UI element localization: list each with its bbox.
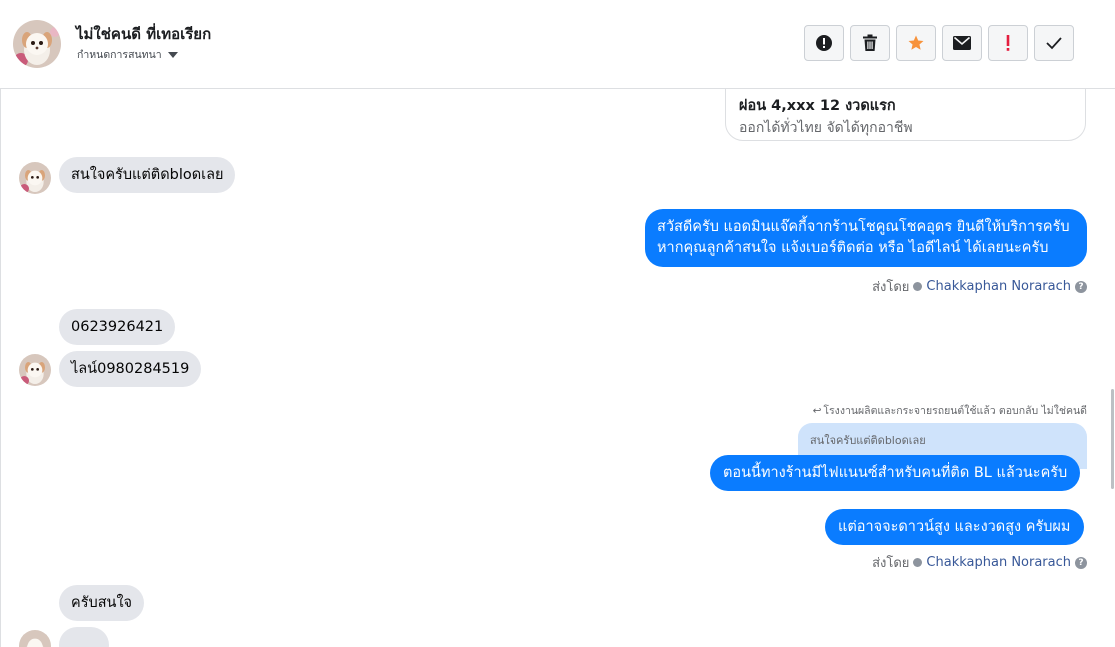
report-icon [816, 35, 832, 51]
sent-by-label: ส่งโดย [872, 556, 910, 571]
sender-avatar[interactable] [19, 630, 51, 647]
outgoing-message[interactable]: แต่อาจจะดาวน์สูง และงวดสูง ครับผม [825, 509, 1084, 545]
message-line: สวัสดีครับ แอดมินแจ๊คกี้จากร้านโชคูณโชคอ… [657, 219, 1070, 235]
header-actions [804, 25, 1074, 61]
exclamation-icon [1006, 35, 1010, 51]
scrollbar[interactable] [1111, 389, 1114, 489]
contact-avatar[interactable] [13, 20, 61, 68]
sent-by: ส่งโดย Chakkaphan Norarach ? [872, 276, 1087, 297]
contact-name[interactable]: ไม่ใช่คนดี ที่เทอเรียก [76, 22, 211, 46]
check-icon [1046, 37, 1062, 50]
help-icon[interactable]: ? [1075, 556, 1087, 569]
reply-note-text: โรงงานผลิตและกระจายรถยนต์ใช้แล้ว ตอบกลับ… [823, 405, 1087, 417]
incoming-message[interactable]: ครับสนใจ [59, 585, 145, 621]
sender-avatar[interactable] [19, 354, 51, 386]
ad-card-subtitle: ออกได้ทั่วไทย จัดได้ทุกอาชีพ [739, 120, 913, 136]
conversation-header: ไม่ใช่คนดี ที่เทอเรียก กำหนดการสนทนา [0, 0, 1115, 89]
incoming-message[interactable]: ไลน์0980284519 [59, 351, 202, 387]
sent-by: ส่งโดย Chakkaphan Norarach ? [872, 552, 1087, 573]
star-button[interactable] [896, 25, 936, 61]
message-thread[interactable]: ผ่อน 4,xxx 12 งวดแรก ออกได้ทั่วไทย จัดได… [0, 89, 1115, 647]
mail-icon [953, 36, 971, 50]
message-line: หากคุณลูกค้าสนใจ แจ้งเบอร์ติดต่อ หรือ ไอ… [657, 240, 1049, 256]
agent-name[interactable]: Chakkaphan Norarach [926, 555, 1071, 570]
report-button[interactable] [804, 25, 844, 61]
reply-note: ↩ โรงงานผลิตและกระจายรถยนต์ใช้แล้ว ตอบกล… [813, 402, 1087, 419]
mail-button[interactable] [942, 25, 982, 61]
verified-icon [913, 558, 923, 567]
outgoing-message[interactable]: ตอนนี้ทางร้านมีไฟแนนซ์สำหรับคนที่ติด BL … [710, 455, 1081, 491]
ad-card-title: ผ่อน 4,xxx 12 งวดแรก [739, 98, 896, 114]
mark-done-button[interactable] [1034, 25, 1074, 61]
incoming-message[interactable]: สนใจครับแต่ติดbloดเลย [59, 157, 236, 193]
ad-card[interactable]: ผ่อน 4,xxx 12 งวดแรก ออกได้ทั่วไทย จัดได… [725, 89, 1086, 141]
sender-avatar[interactable] [19, 162, 51, 194]
sent-by-label: ส่งโดย [872, 280, 910, 295]
verified-icon [913, 282, 923, 291]
spam-button[interactable] [988, 25, 1028, 61]
agent-name[interactable]: Chakkaphan Norarach [926, 279, 1071, 294]
conversation-settings-dropdown[interactable]: กำหนดการสนทนา [77, 46, 178, 63]
incoming-message[interactable]: 0623926421 [59, 309, 176, 345]
help-icon[interactable]: ? [1075, 280, 1087, 293]
reply-icon: ↩ [812, 404, 822, 417]
delete-button[interactable] [850, 25, 890, 61]
trash-icon [863, 34, 877, 51]
incoming-message[interactable] [59, 627, 109, 647]
outgoing-message[interactable]: สวัสดีครับ แอดมินแจ๊คกี้จากร้านโชคูณโชคอ… [645, 209, 1087, 267]
conversation-settings-label: กำหนดการสนทนา [77, 49, 162, 61]
caret-down-icon [167, 52, 178, 58]
star-icon [908, 35, 924, 50]
